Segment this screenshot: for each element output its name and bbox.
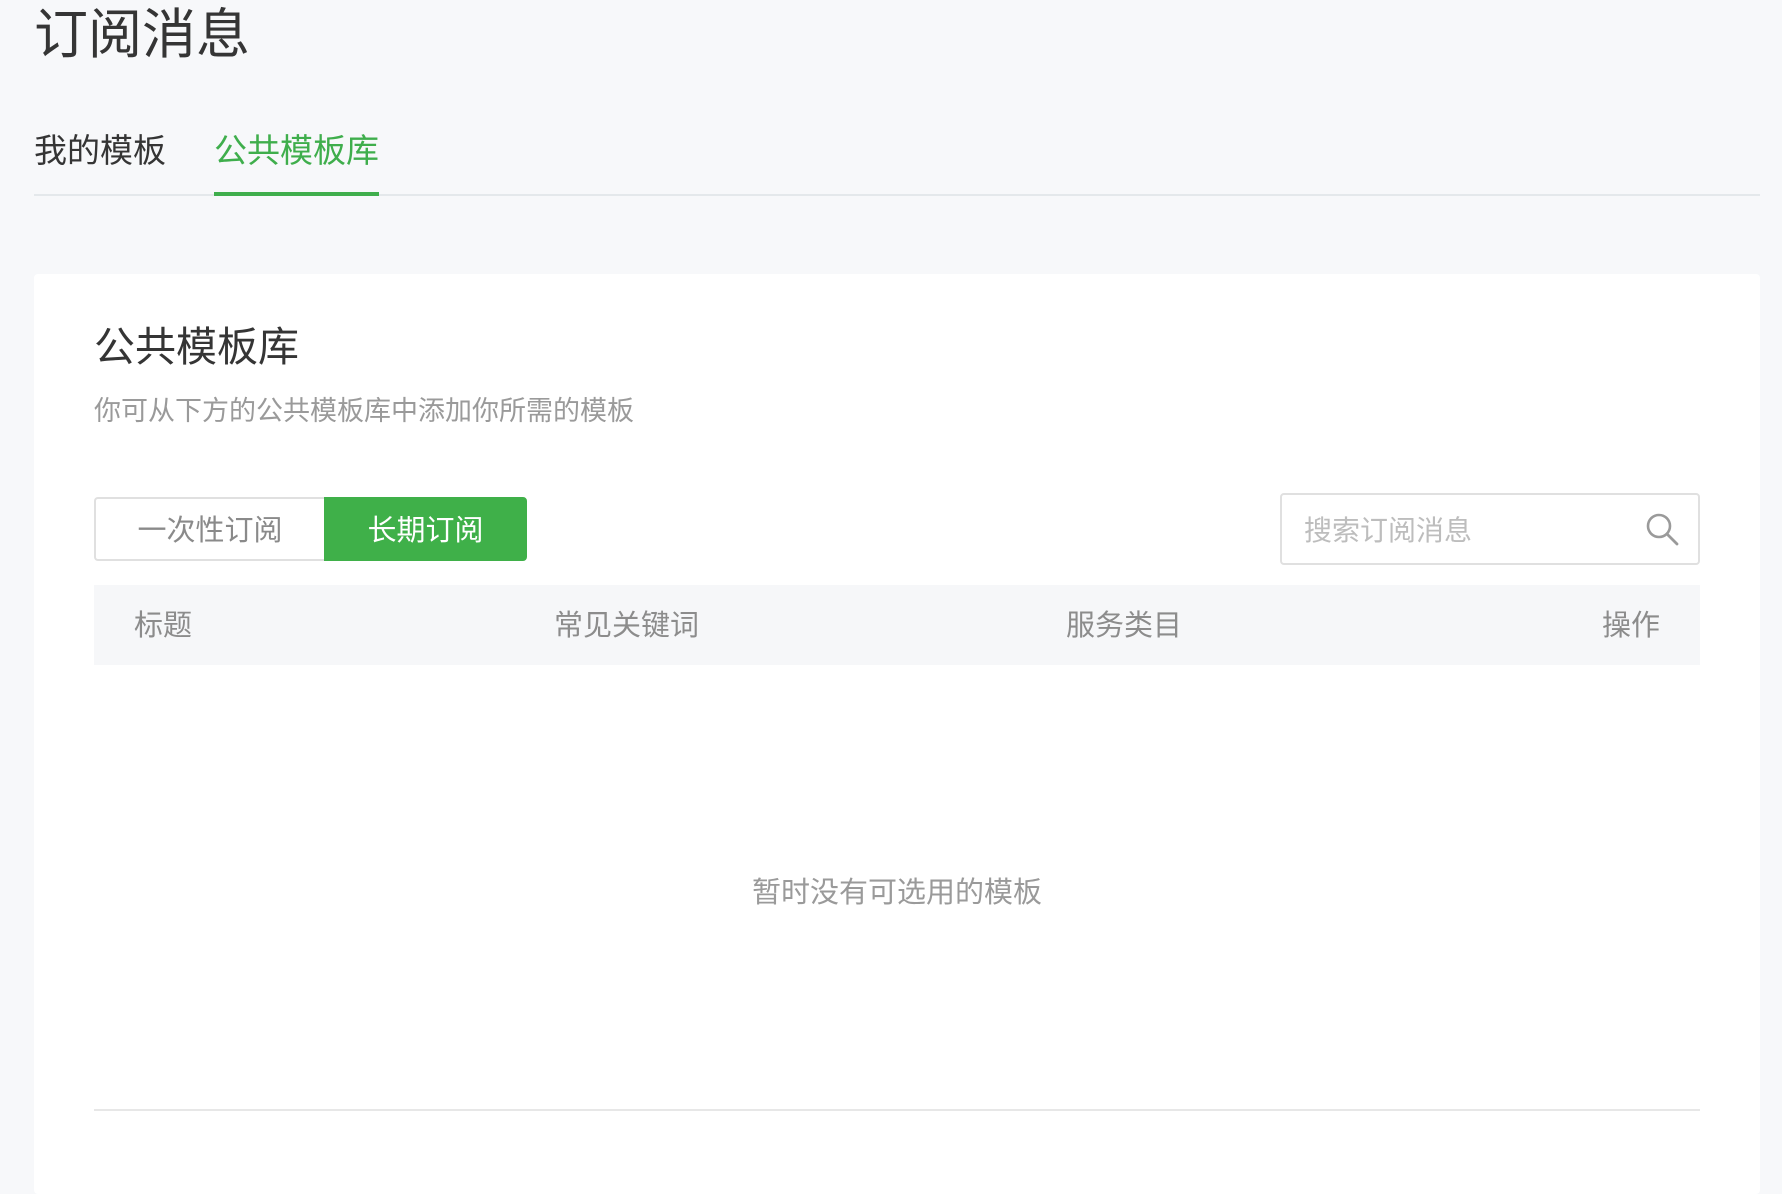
long-term-subscription-button[interactable]: 长期订阅: [324, 497, 527, 561]
template-library-card: 公共模板库 你可从下方的公共模板库中添加你所需的模板 一次性订阅 长期订阅 标题…: [34, 274, 1760, 1194]
column-header-title: 标题: [134, 608, 193, 642]
search-icon[interactable]: [1644, 511, 1680, 547]
search-input[interactable]: [1302, 505, 1626, 555]
search-box: [1280, 493, 1700, 565]
tab-my-templates[interactable]: 我的模板: [34, 118, 166, 194]
table-bottom-divider: [94, 1109, 1700, 1111]
page-title: 订阅消息: [34, 3, 250, 66]
subscription-type-toggle: 一次性订阅 长期订阅: [94, 497, 527, 561]
column-header-service-category: 服务类目: [1066, 608, 1183, 642]
card-description: 你可从下方的公共模板库中添加你所需的模板: [94, 396, 634, 427]
column-header-action: 操作: [1601, 608, 1660, 642]
card-title: 公共模板库: [94, 323, 299, 371]
table-header: 标题 常见关键词 服务类目 操作: [94, 585, 1700, 665]
one-time-subscription-button[interactable]: 一次性订阅: [94, 497, 324, 561]
empty-state-message: 暂时没有可选用的模板: [751, 875, 1042, 909]
tab-public-template-library[interactable]: 公共模板库: [214, 118, 379, 196]
column-header-keywords: 常见关键词: [554, 608, 700, 642]
tab-bar: 我的模板 公共模板库: [34, 118, 1760, 196]
